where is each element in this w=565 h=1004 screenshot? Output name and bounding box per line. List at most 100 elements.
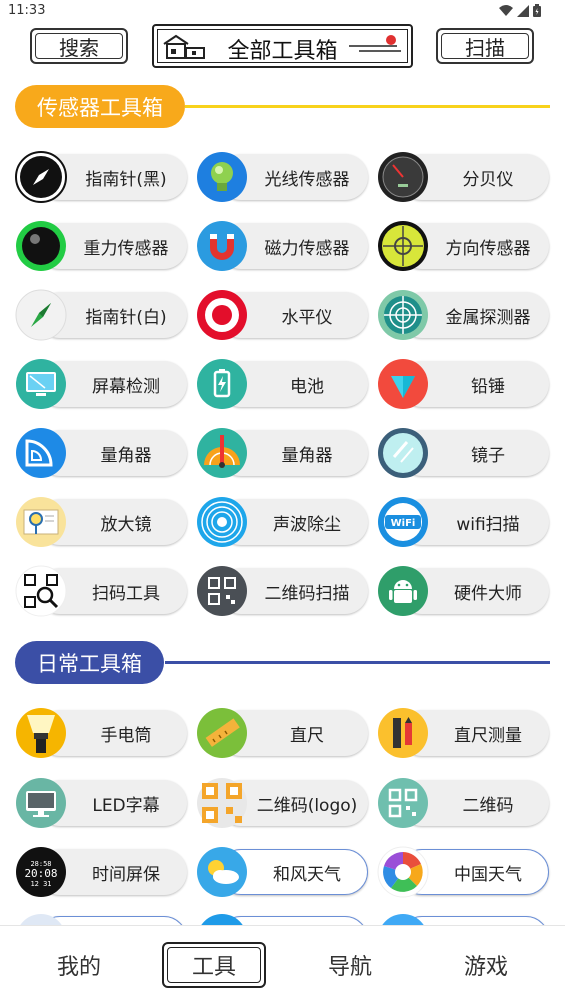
tool-item[interactable]: wifi扫描 WiFi	[377, 496, 549, 548]
weather-sun-cloud-icon	[196, 846, 248, 898]
tool-item[interactable]: 量角器	[15, 427, 187, 479]
direction-sensor-icon	[377, 220, 429, 272]
nav-tab-games[interactable]: 游戏	[434, 942, 538, 988]
led-screen-icon	[15, 777, 67, 829]
nav-tab-label: 我的	[56, 955, 101, 980]
tool-item[interactable]: 时间屏保 28:58 20:08 12 31	[15, 846, 187, 898]
wifi-scan-icon: WiFi	[377, 496, 429, 548]
section-divider	[185, 105, 550, 108]
tool-label: 量角器	[100, 446, 152, 466]
title-banner: 全部工具箱	[152, 24, 413, 68]
tool-label: 镜子	[471, 446, 505, 466]
qr-logo-icon	[196, 777, 248, 829]
tool-label: 水平仪	[281, 308, 333, 328]
tool-item[interactable]: 直尺	[196, 707, 368, 759]
magnet-icon	[196, 220, 248, 272]
level-target-icon	[196, 289, 248, 341]
tool-label: 指南针(黑)	[85, 170, 167, 190]
light-sensor-icon	[196, 151, 248, 203]
tool-item[interactable]: 光线传感器	[196, 151, 368, 203]
section-title: 日常工具箱	[15, 641, 164, 684]
tool-item-partial[interactable]	[15, 913, 187, 925]
search-button[interactable]: 搜索	[30, 28, 128, 64]
svg-text:20:08: 20:08	[24, 867, 57, 880]
section-title: 传感器工具箱	[15, 85, 185, 128]
metal-detector-icon	[377, 289, 429, 341]
tool-item[interactable]: 指南针(白)	[15, 289, 187, 341]
mirror-icon	[377, 427, 429, 479]
qr-code-scan-icon	[196, 565, 248, 617]
tool-label: 直尺	[290, 726, 324, 746]
tool-item[interactable]: 方向传感器	[377, 220, 549, 272]
plumb-bob-icon	[377, 358, 429, 410]
tool-item[interactable]: 磁力传感器	[196, 220, 368, 272]
tool-item[interactable]: 指南针(黑)	[15, 151, 187, 203]
tool-item[interactable]: 和风天气	[196, 846, 368, 898]
qr-scan-icon	[15, 565, 67, 617]
tool-item[interactable]: 电池	[196, 358, 368, 410]
clock-screensaver-icon: 28:58 20:08 12 31	[15, 846, 67, 898]
tool-label: 二维码(logo)	[256, 795, 358, 816]
battery-icon	[533, 4, 541, 17]
nav-tab-mine[interactable]: 我的	[27, 942, 131, 988]
cloud-deco-icon	[349, 35, 401, 52]
tool-label: 量角器	[281, 446, 333, 466]
tool-item[interactable]: 屏幕检测	[15, 358, 187, 410]
tool-item[interactable]: 二维码(logo)	[196, 777, 368, 829]
tool-label: LED字幕	[92, 795, 160, 816]
tool-label: 重力传感器	[83, 239, 169, 259]
tool-label: wifi扫描	[456, 515, 520, 535]
gravity-sensor-icon	[15, 220, 67, 272]
tool-label: 指南针(白)	[85, 308, 167, 328]
china-weather-icon	[377, 846, 429, 898]
tool-item[interactable]: 铅锤	[377, 358, 549, 410]
tool-item[interactable]: 放大镜	[15, 496, 187, 548]
nav-tab-tools[interactable]: 工具	[162, 942, 266, 988]
tool-label: 二维码扫描	[264, 584, 350, 604]
tool-item[interactable]: 重力传感器	[15, 220, 187, 272]
tool-item-partial[interactable]	[377, 913, 549, 925]
tool-item[interactable]: 分贝仪	[377, 151, 549, 203]
tool-item[interactable]: 二维码扫描	[196, 565, 368, 617]
tool-label: 手电筒	[100, 726, 152, 746]
tool-label: 时间屏保	[92, 865, 160, 885]
tool-item[interactable]: LED字幕	[15, 777, 187, 829]
signal-icon	[517, 4, 529, 17]
tool-item[interactable]: 镜子	[377, 427, 549, 479]
tool-item[interactable]: 声波除尘	[196, 496, 368, 548]
svg-text:12 31: 12 31	[30, 880, 51, 888]
tool-label: 硬件大师	[454, 584, 522, 604]
tool-label: 中国天气	[454, 865, 522, 885]
tool-label: 二维码	[462, 795, 514, 816]
nav-tab-label: 导航	[327, 955, 372, 980]
nav-tab-navigation[interactable]: 导航	[298, 942, 402, 988]
tool-item[interactable]: 二维码	[377, 777, 549, 829]
tool-label: 电池	[290, 377, 324, 397]
tool-label: 金属探测器	[445, 308, 531, 328]
tool-label: 磁力传感器	[264, 239, 350, 259]
ruler-measure-icon	[377, 707, 429, 759]
tool-item[interactable]: 中国天气	[377, 846, 549, 898]
tool-label: 直尺测量	[454, 726, 522, 746]
nav-tab-label: 游戏	[463, 955, 508, 980]
protractor-icon	[15, 427, 67, 479]
nav-tab-label: 工具	[191, 955, 236, 980]
search-button-label: 搜索	[59, 35, 99, 60]
section-header-daily: 日常工具箱	[15, 641, 550, 684]
tool-item[interactable]: 金属探测器	[377, 289, 549, 341]
scan-button-label: 扫描	[465, 35, 505, 60]
tool-label: 方向传感器	[445, 239, 531, 259]
scan-button[interactable]: 扫描	[436, 28, 534, 64]
tool-label: 放大镜	[100, 515, 152, 535]
tool-list[interactable]: 传感器工具箱 指南针(黑) 光线传感器 分贝仪重力传感器 磁力传感器 方向传感器指南针(…	[0, 70, 565, 925]
tool-item[interactable]: 量角器	[196, 427, 368, 479]
top-bar: 搜索 全部工具箱 扫描	[0, 24, 565, 70]
tool-item[interactable]: 手电筒	[15, 707, 187, 759]
tool-item[interactable]: 水平仪	[196, 289, 368, 341]
tool-item[interactable]: 扫码工具	[15, 565, 187, 617]
android-icon	[377, 565, 429, 617]
tool-item[interactable]: 硬件大师	[377, 565, 549, 617]
tool-item[interactable]: 直尺测量	[377, 707, 549, 759]
section-header-sensor: 传感器工具箱	[15, 85, 550, 128]
tool-item-partial[interactable]	[196, 913, 368, 925]
